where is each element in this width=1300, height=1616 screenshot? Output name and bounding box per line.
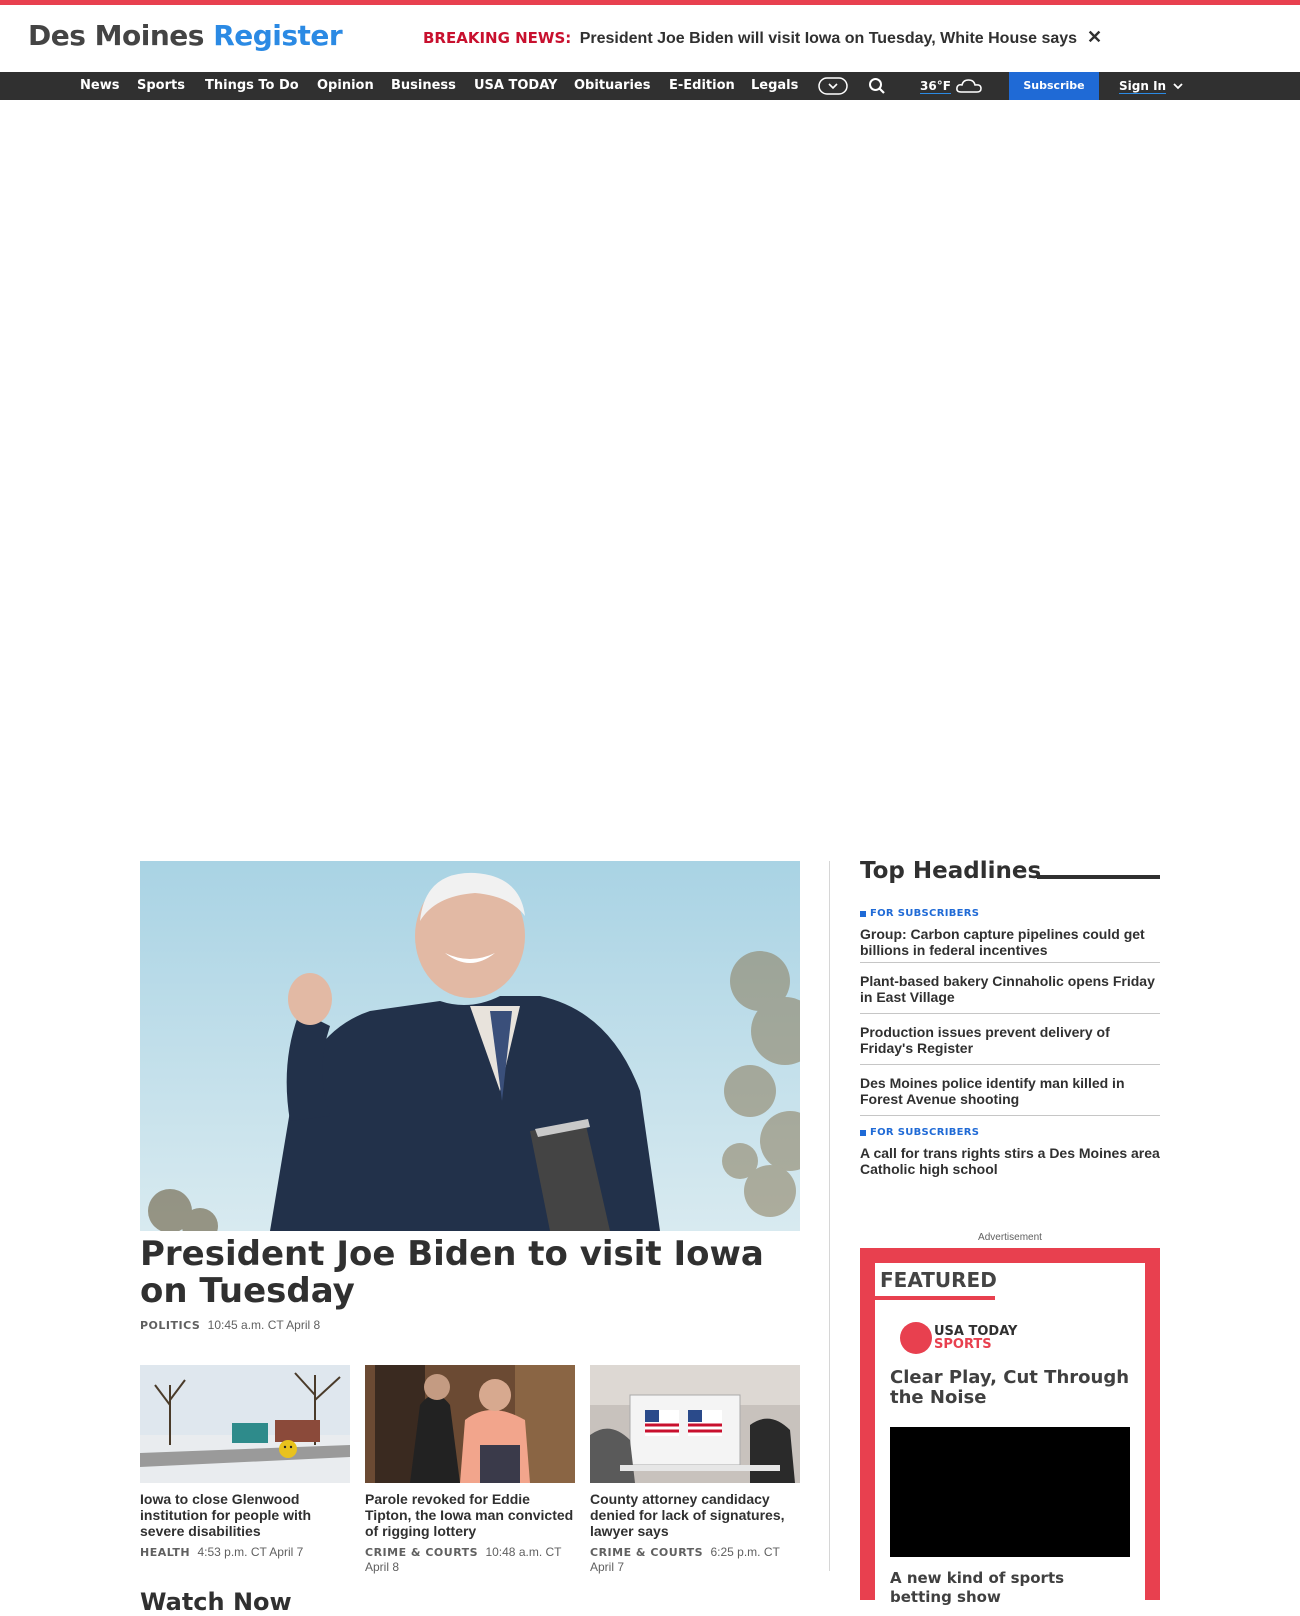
- weather-widget[interactable]: 36°F: [920, 72, 983, 100]
- subscribe-button[interactable]: Subscribe: [1009, 72, 1099, 100]
- main-nav: News Sports Things To Do Opinion Busines…: [0, 72, 1300, 100]
- chevron-down-icon: [1173, 83, 1183, 90]
- featured-video-player[interactable]: [890, 1427, 1130, 1557]
- subscriber-badge: FOR SUBSCRIBERS: [860, 906, 1160, 922]
- headline-title[interactable]: Plant-based bakery Cinnaholic opens Frid…: [860, 973, 1160, 1005]
- headline-title[interactable]: Group: Carbon capture pipelines could ge…: [860, 926, 1160, 958]
- headline-divider: [860, 1115, 1160, 1116]
- featured-tag: FEATURED: [875, 1263, 997, 1300]
- nav-item-obituaries[interactable]: Obituaries: [574, 72, 650, 100]
- heading-rule: [1037, 875, 1160, 879]
- story-meta: CRIME & COURTS 10:48 a.m. CT April 8: [365, 1545, 575, 1574]
- story-timestamp: 4:53 p.m. CT April 7: [197, 1545, 304, 1559]
- watch-now-heading: Watch Now: [140, 1588, 292, 1616]
- breaking-news-headline[interactable]: President Joe Biden will visit Iowa on T…: [580, 30, 1077, 47]
- story-category[interactable]: CRIME & COURTS: [590, 1546, 703, 1559]
- hero-image[interactable]: [140, 861, 800, 1231]
- headline-item[interactable]: Production issues prevent delivery of Fr…: [860, 1024, 1160, 1056]
- featured-subtitle[interactable]: A new kind of sports betting show: [890, 1569, 1130, 1607]
- story-card[interactable]: Parole revoked for Eddie Tipton, the Iow…: [365, 1365, 575, 1574]
- story-meta: CRIME & COURTS 6:25 p.m. CT April 7: [590, 1545, 800, 1574]
- usa-today-dot: [900, 1322, 932, 1354]
- story-thumbnail[interactable]: [590, 1365, 800, 1483]
- headline-divider: [860, 1013, 1160, 1014]
- story-meta: HEALTH 4:53 p.m. CT April 7: [140, 1545, 350, 1560]
- top-headlines-heading: Top Headlines: [860, 858, 1042, 884]
- subscriber-badge: FOR SUBSCRIBERS: [860, 1125, 1160, 1141]
- nav-item-news[interactable]: News: [80, 72, 119, 100]
- subscriber-label: FOR SUBSCRIBERS: [870, 908, 980, 919]
- sign-in-label: Sign In: [1119, 79, 1167, 94]
- logo-sports: SPORTS: [934, 1337, 992, 1352]
- site-logo[interactable]: Des Moines Register: [28, 19, 343, 52]
- hero-timestamp: 10:45 a.m. CT April 8: [207, 1318, 321, 1332]
- story-category[interactable]: HEALTH: [140, 1546, 190, 1559]
- story-thumbnail[interactable]: [140, 1365, 350, 1483]
- search-icon[interactable]: [868, 72, 886, 100]
- nav-item-legals[interactable]: Legals: [751, 72, 798, 100]
- story-title[interactable]: Parole revoked for Eddie Tipton, the Iow…: [365, 1491, 575, 1539]
- headline-title[interactable]: A call for trans rights stirs a Des Moin…: [860, 1145, 1160, 1177]
- featured-title[interactable]: Clear Play, Cut Through the Noise: [890, 1368, 1140, 1408]
- story-card[interactable]: County attorney candidacy denied for lac…: [590, 1365, 800, 1574]
- hero-meta: POLITICS 10:45 a.m. CT April 8: [140, 1318, 320, 1332]
- nav-item-usa-today[interactable]: USA TODAY: [474, 72, 557, 100]
- logo-part-2: Register: [213, 19, 343, 52]
- advertisement-label: Advertisement: [978, 1232, 1042, 1243]
- headline-item[interactable]: FOR SUBSCRIBERS Group: Carbon capture pi…: [860, 906, 1160, 958]
- breaking-news-banner[interactable]: BREAKING NEWS: President Joe Biden will …: [423, 29, 1077, 48]
- close-icon[interactable]: ✕: [1087, 27, 1103, 47]
- nav-item-sports[interactable]: Sports: [137, 72, 185, 100]
- story-thumbnail[interactable]: [365, 1365, 575, 1483]
- nav-item-e-edition[interactable]: E-Edition: [669, 72, 735, 100]
- nav-item-things-to-do[interactable]: Things To Do: [205, 72, 299, 100]
- headline-item[interactable]: FOR SUBSCRIBERS A call for trans rights …: [860, 1125, 1160, 1177]
- sign-in-button[interactable]: Sign In: [1119, 72, 1183, 100]
- headline-item[interactable]: Plant-based bakery Cinnaholic opens Frid…: [860, 973, 1160, 1005]
- more-menu-icon[interactable]: [818, 72, 848, 100]
- ad-slot-banner: [0, 100, 1300, 840]
- subscriber-label: FOR SUBSCRIBERS: [870, 1127, 980, 1138]
- usa-today-sports-logo[interactable]: USA TODAY SPORTS: [900, 1322, 1017, 1354]
- story-title[interactable]: Iowa to close Glenwood institution for p…: [140, 1491, 350, 1539]
- headline-title[interactable]: Production issues prevent delivery of Fr…: [860, 1024, 1160, 1056]
- headline-item[interactable]: Des Moines police identify man killed in…: [860, 1075, 1160, 1107]
- column-divider: [829, 861, 830, 1571]
- site-header: Des Moines Register BREAKING NEWS: Presi…: [0, 5, 1300, 72]
- story-title[interactable]: County attorney candidacy denied for lac…: [590, 1491, 800, 1539]
- hero-category[interactable]: POLITICS: [140, 1319, 200, 1332]
- nav-item-opinion[interactable]: Opinion: [317, 72, 374, 100]
- weather-temperature: 36°F: [920, 78, 951, 94]
- hero-headline[interactable]: President Joe Biden to visit Iowa on Tue…: [140, 1236, 800, 1310]
- logo-part-1: Des Moines: [28, 19, 204, 52]
- headline-title[interactable]: Des Moines police identify man killed in…: [860, 1075, 1160, 1107]
- headline-divider: [860, 962, 1160, 963]
- breaking-news-tag: BREAKING NEWS:: [423, 29, 572, 47]
- story-category[interactable]: CRIME & COURTS: [365, 1546, 478, 1559]
- nav-item-business[interactable]: Business: [391, 72, 456, 100]
- headline-divider: [860, 1064, 1160, 1065]
- story-card[interactable]: Iowa to close Glenwood institution for p…: [140, 1365, 350, 1560]
- cloud-icon: [956, 79, 982, 93]
